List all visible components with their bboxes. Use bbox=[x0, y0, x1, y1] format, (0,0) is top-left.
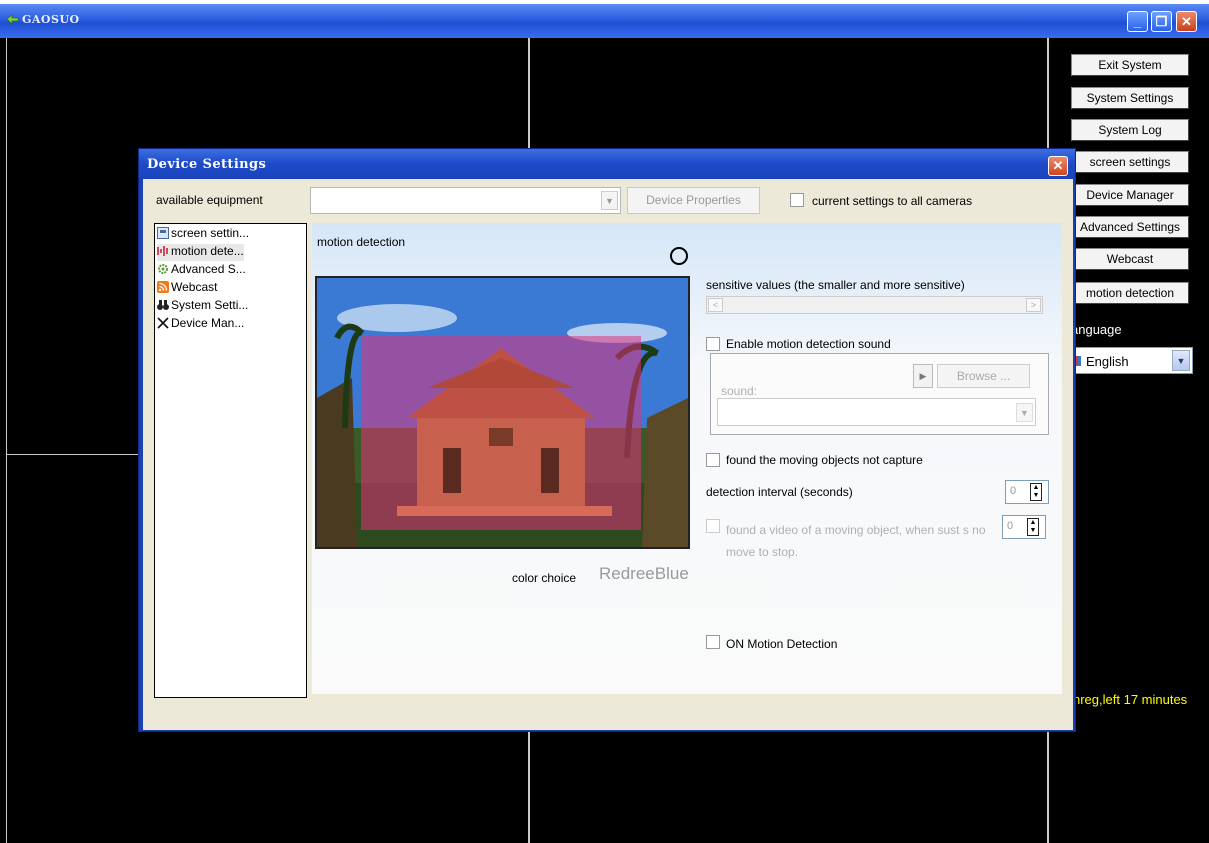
browse-button[interactable]: Browse ... bbox=[937, 364, 1030, 388]
stop-when-still-label: found a video of a moving object, when s… bbox=[726, 523, 986, 559]
camera-preview[interactable] bbox=[315, 276, 690, 549]
tree-item-system-settings[interactable]: System Setti... bbox=[157, 298, 248, 315]
cross-icon bbox=[157, 317, 169, 329]
dialog-body: available equipment ▼ Device Properties … bbox=[143, 179, 1073, 730]
language-label: anguage bbox=[1071, 322, 1122, 337]
tree-item-motion-detection[interactable]: motion dete... bbox=[157, 244, 244, 261]
language-value: English bbox=[1086, 354, 1129, 369]
screen-icon bbox=[157, 227, 169, 239]
stop-delay-value: 0 bbox=[1007, 520, 1014, 532]
device-manager-button[interactable]: Device Manager bbox=[1071, 184, 1189, 206]
advanced-settings-button[interactable]: Advanced Settings bbox=[1071, 216, 1189, 238]
chevron-down-icon[interactable]: ▼ bbox=[601, 191, 618, 210]
record-indicator-icon[interactable] bbox=[670, 247, 688, 265]
motion-detection-on-label: ON Motion Detection bbox=[726, 637, 838, 651]
advanced-icon bbox=[158, 264, 168, 274]
app-logo-icon bbox=[6, 14, 19, 25]
stop-when-still-checkbox[interactable] bbox=[706, 519, 720, 533]
tree-label: Webcast bbox=[171, 280, 218, 294]
apply-all-label: current settings to all cameras bbox=[812, 194, 973, 208]
dialog-titlebar: Device Settings ✕ bbox=[139, 149, 1075, 179]
chevron-down-icon[interactable]: ▼ bbox=[1172, 350, 1190, 371]
app-titlebar: GAOSUO _ ❐ ✕ bbox=[0, 4, 1209, 38]
detection-interval-label: detection interval (seconds) bbox=[706, 485, 853, 499]
grid-divider bbox=[6, 38, 7, 843]
binoculars-icon bbox=[157, 300, 169, 310]
minimize-button[interactable]: _ bbox=[1127, 11, 1148, 32]
panel-title: motion detection bbox=[317, 235, 406, 249]
color-choice-select[interactable]: RedreeBlue bbox=[599, 564, 694, 584]
motion-icon bbox=[157, 246, 168, 256]
tree-item-screen-settings[interactable]: screen settin... bbox=[157, 226, 249, 243]
device-settings-dialog: Device Settings ✕ available equipment ▼ … bbox=[138, 148, 1076, 732]
tree-label: Device Man... bbox=[171, 316, 245, 330]
stop-delay-stepper[interactable]: 0 ▲ ▼ bbox=[1002, 515, 1046, 539]
enable-sound-checkbox[interactable] bbox=[706, 337, 720, 351]
device-properties-button[interactable]: Device Properties bbox=[627, 187, 760, 214]
system-log-button[interactable]: System Log bbox=[1071, 119, 1189, 141]
chevron-right-icon[interactable]: > bbox=[1026, 298, 1041, 312]
system-settings-button[interactable]: System Settings bbox=[1071, 87, 1189, 109]
grid-divider bbox=[6, 454, 138, 455]
close-app-button[interactable]: ✕ bbox=[1176, 11, 1197, 32]
no-capture-checkbox[interactable] bbox=[706, 453, 720, 467]
tree-item-device-manager[interactable]: Device Man... bbox=[157, 316, 244, 333]
screen-settings-button[interactable]: screen settings bbox=[1071, 151, 1189, 173]
tree-label: motion dete... bbox=[171, 244, 244, 258]
restore-button[interactable]: ❐ bbox=[1151, 11, 1172, 32]
dialog-close-button[interactable]: ✕ bbox=[1048, 156, 1068, 176]
exit-system-button[interactable]: Exit System bbox=[1071, 54, 1189, 76]
enable-sound-label: Enable motion detection sound bbox=[726, 337, 891, 351]
registration-status: nreg,left 17 minutes bbox=[1073, 692, 1188, 707]
color-choice-label: color choice bbox=[512, 571, 577, 585]
tree-label: System Setti... bbox=[171, 298, 249, 312]
play-sound-button[interactable]: ▶ bbox=[913, 364, 933, 388]
apply-all-checkbox[interactable] bbox=[790, 193, 804, 207]
tree-label: Advanced S... bbox=[171, 262, 246, 276]
dialog-title: Device Settings bbox=[147, 157, 267, 172]
webcast-icon bbox=[157, 281, 169, 293]
tree-item-advanced-settings[interactable]: Advanced S... bbox=[157, 262, 246, 279]
stepper-arrows-icon[interactable]: ▲ ▼ bbox=[1030, 483, 1042, 501]
motion-detection-panel: motion detection color choice RedreeBlue… bbox=[312, 223, 1062, 694]
preview-scene-image bbox=[317, 278, 688, 547]
chevron-left-icon[interactable]: < bbox=[708, 298, 723, 312]
sensitivity-label: sensitive values (the smaller and more s… bbox=[706, 278, 965, 292]
sensitivity-slider[interactable]: < > bbox=[706, 296, 1043, 314]
language-select[interactable]: English ▼ bbox=[1071, 347, 1193, 374]
detection-interval-stepper[interactable]: 0 ▲ ▼ bbox=[1005, 480, 1049, 504]
settings-tree: screen settin... motion dete... Advanced… bbox=[154, 223, 307, 698]
tree-label: screen settin... bbox=[171, 226, 250, 240]
tree-item-webcast[interactable]: Webcast bbox=[157, 280, 217, 297]
available-equipment-label: available equipment bbox=[156, 193, 263, 207]
app-title: GAOSUO bbox=[22, 13, 80, 26]
sound-select[interactable]: ▼ bbox=[717, 398, 1036, 426]
available-equipment-select[interactable]: ▼ bbox=[310, 187, 621, 214]
chevron-down-icon[interactable]: ▼ bbox=[1016, 403, 1033, 422]
motion-detection-button[interactable]: motion detection bbox=[1071, 282, 1189, 304]
no-capture-label: found the moving objects not capture bbox=[726, 453, 923, 467]
detection-interval-value: 0 bbox=[1010, 485, 1017, 497]
motion-detection-on-checkbox[interactable] bbox=[706, 635, 720, 649]
sound-group: sound: ▶ Browse ... ▼ bbox=[710, 353, 1049, 435]
stepper-arrows-icon[interactable]: ▲ ▼ bbox=[1027, 518, 1039, 536]
webcast-button[interactable]: Webcast bbox=[1071, 248, 1189, 270]
sound-field-label: sound: bbox=[721, 384, 758, 398]
